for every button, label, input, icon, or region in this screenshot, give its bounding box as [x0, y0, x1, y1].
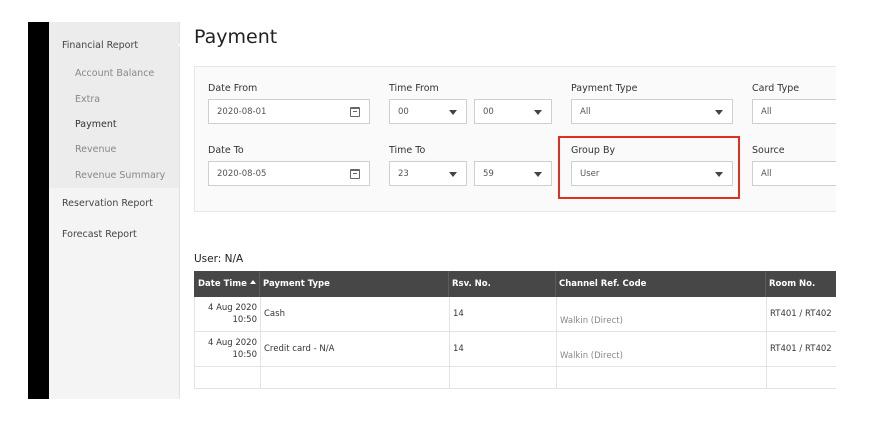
- table-header: Date Time Payment Type Rsv. No. Channel …: [194, 271, 836, 297]
- time-from-minute-select[interactable]: 00: [474, 99, 552, 124]
- column-divider: [556, 367, 557, 388]
- sidebar-group-financial: Financial Report Account Balance Extra P…: [49, 22, 179, 188]
- caret-down-icon: [449, 172, 457, 177]
- source-label: Source: [752, 145, 785, 156]
- calendar-icon[interactable]: [350, 107, 360, 117]
- cell-date: 4 Aug 2020: [207, 338, 257, 348]
- column-divider: [260, 297, 261, 331]
- column-divider: [448, 271, 449, 297]
- card-type-label: Card Type: [752, 83, 800, 94]
- column-header-payment-type[interactable]: Payment Type: [263, 279, 330, 289]
- date-to-label: Date To: [208, 145, 244, 156]
- cell-time: 10:50: [232, 315, 258, 325]
- page-title: Payment: [194, 26, 278, 48]
- cell-rsv-no: 14: [453, 309, 464, 319]
- column-divider: [766, 332, 767, 366]
- sidebar-item-revenue[interactable]: Revenue: [75, 144, 116, 155]
- caret-down-icon: [534, 172, 542, 177]
- main-content: Payment Date From 2020-08-01 Time From 0…: [180, 22, 836, 422]
- left-black-bar: [28, 22, 49, 399]
- time-to-hour-select[interactable]: 23: [389, 161, 467, 186]
- column-divider: [555, 271, 556, 297]
- sidebar-item-forecast-report[interactable]: Forecast Report: [62, 229, 137, 240]
- cell-payment-type: Cash: [264, 309, 285, 319]
- table-row[interactable]: 4 Aug 2020 10:50 Cash 14 Walkin (Direct)…: [194, 297, 836, 332]
- date-from-label: Date From: [208, 83, 258, 94]
- sidebar-item-financial-report[interactable]: Financial Report: [62, 40, 138, 51]
- time-from-minute-value: 00: [483, 107, 494, 117]
- date-from-input[interactable]: 2020-08-01: [208, 99, 370, 124]
- cell-channel-ref-code: Walkin (Direct): [560, 316, 623, 326]
- time-from-hour-select[interactable]: 00: [389, 99, 467, 124]
- column-divider: [449, 332, 450, 366]
- cell-date: 4 Aug 2020: [207, 303, 257, 313]
- column-divider: [556, 332, 557, 366]
- payment-type-label: Payment Type: [571, 83, 638, 94]
- calendar-icon[interactable]: [350, 169, 360, 179]
- source-value: All: [761, 169, 772, 179]
- sidebar-item-account-balance[interactable]: Account Balance: [75, 68, 154, 79]
- cell-rsv-no: 14: [453, 344, 464, 354]
- column-divider: [766, 297, 767, 331]
- cell-payment-type: Credit card - N/A: [264, 344, 335, 354]
- column-divider: [259, 271, 260, 297]
- time-to-minute-select[interactable]: 59: [474, 161, 552, 186]
- column-header-rsv-no[interactable]: Rsv. No.: [452, 279, 491, 289]
- column-divider: [449, 367, 450, 388]
- card-type-value: All: [761, 107, 772, 117]
- caret-down-icon: [715, 110, 723, 115]
- column-header-date-time[interactable]: Date Time: [198, 279, 256, 289]
- cell-time: 10:50: [232, 350, 258, 360]
- group-by-highlight: [558, 136, 740, 199]
- time-to-label: Time To: [389, 145, 426, 156]
- table-row-empty: [194, 367, 836, 389]
- column-divider: [556, 297, 557, 331]
- column-header-channel-ref-code[interactable]: Channel Ref. Code: [559, 279, 646, 289]
- time-from-label: Time From: [389, 83, 439, 94]
- caret-down-icon: [534, 110, 542, 115]
- payment-type-value: All: [580, 107, 591, 117]
- payment-type-select[interactable]: All: [571, 99, 733, 124]
- cell-room-no: RT401 / RT402: [770, 309, 832, 319]
- column-divider: [766, 367, 767, 388]
- sort-ascending-icon[interactable]: [249, 280, 256, 284]
- group-title: User: N/A: [194, 253, 244, 265]
- card-type-select[interactable]: All: [752, 99, 836, 124]
- date-to-input[interactable]: 2020-08-05: [208, 161, 370, 186]
- date-from-value: 2020-08-01: [217, 107, 267, 117]
- sidebar-item-reservation-report[interactable]: Reservation Report: [62, 198, 153, 209]
- column-divider: [260, 367, 261, 388]
- time-to-minute-value: 59: [483, 169, 494, 179]
- sidebar-item-payment[interactable]: Payment: [75, 119, 117, 130]
- sidebar-item-extra[interactable]: Extra: [75, 94, 100, 105]
- date-to-value: 2020-08-05: [217, 169, 267, 179]
- source-select[interactable]: All: [752, 161, 836, 186]
- column-header-date-time-label: Date Time: [198, 279, 247, 289]
- caret-down-icon: [449, 110, 457, 115]
- column-divider: [449, 297, 450, 331]
- sidebar-item-revenue-summary[interactable]: Revenue Summary: [75, 170, 165, 181]
- cell-room-no: RT401 / RT402: [770, 344, 832, 354]
- time-from-hour-value: 00: [398, 107, 409, 117]
- table-row[interactable]: 4 Aug 2020 10:50 Credit card - N/A 14 Wa…: [194, 332, 836, 367]
- cell-channel-ref-code: Walkin (Direct): [560, 351, 623, 361]
- sidebar: Financial Report Account Balance Extra P…: [49, 22, 187, 399]
- column-divider: [260, 332, 261, 366]
- time-to-hour-value: 23: [398, 169, 409, 179]
- column-header-room-no[interactable]: Room No.: [769, 279, 815, 289]
- column-divider: [765, 271, 766, 297]
